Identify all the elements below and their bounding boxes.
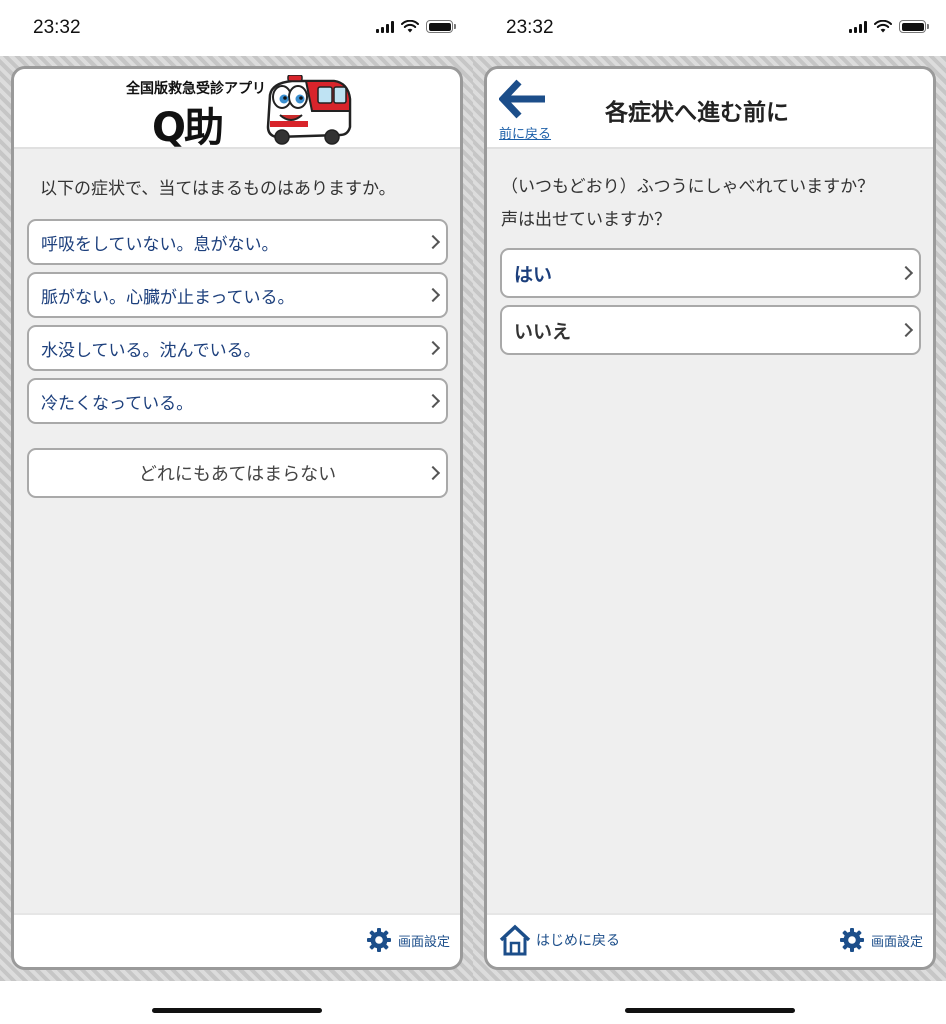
chevron-right-icon <box>425 465 441 481</box>
option-label: はい <box>514 263 553 286</box>
page-title: 各症状へ進む前に <box>605 100 789 126</box>
home-button[interactable]: はじめに戻る <box>498 923 620 957</box>
back-label: 前に戻る <box>499 127 552 142</box>
option-label: 呼吸をしていない。息がない。 <box>41 234 279 255</box>
home-indicator[interactable] <box>625 1008 795 1013</box>
status-icons <box>376 20 456 33</box>
chevron-right-icon <box>425 340 441 356</box>
screen-symptom-list: 23:32 全国版救急受診アプリ Q助 以下の症状で、当てはまるものはありますか… <box>0 0 473 1024</box>
back-arrow-icon <box>498 79 545 119</box>
chevron-right-icon <box>425 393 441 409</box>
pre-check-content: （いつもどおり）ふつうにしゃべれていますか？ 声は出せていますか？ はい いいえ <box>487 149 933 913</box>
app-header: 全国版救急受診アプリ Q助 <box>14 69 460 151</box>
option-yes[interactable]: はい <box>500 248 921 298</box>
status-time: 23:32 <box>506 17 554 38</box>
chevron-right-icon <box>898 265 914 281</box>
app-logo: 全国版救急受診アプリ Q助 <box>122 73 354 151</box>
app-frame: 全国版救急受診アプリ Q助 以下の症状で、当てはまるものはありますか。 呼吸をし… <box>11 66 463 970</box>
option-cold-body[interactable]: 冷たくなっている。 <box>27 378 448 424</box>
home-indicator[interactable] <box>152 1008 322 1013</box>
chevron-right-icon <box>898 322 914 338</box>
signal-icon <box>376 20 394 33</box>
question-line-2: 声は出せていますか？ <box>501 210 671 230</box>
option-label: どれにもあてはまらない <box>138 464 337 485</box>
battery-icon <box>426 20 456 33</box>
option-label: いいえ <box>514 320 572 343</box>
wifi-icon <box>401 20 419 33</box>
option-label: 水没している。沈んでいる。 <box>41 340 261 361</box>
back-button[interactable]: 前に戻る <box>498 79 559 145</box>
question-text: （いつもどおり）ふつうにしゃべれていますか？ 声は出せていますか？ <box>501 171 874 237</box>
app-header: 前に戻る 各症状へ進む前に <box>487 69 933 149</box>
app-footer: 画面設定 <box>14 913 460 967</box>
symptom-content: 以下の症状で、当てはまるものはありますか。 呼吸をしていない。息がない。 脈がな… <box>14 149 460 913</box>
option-no-pulse[interactable]: 脈がない。心臓が止まっている。 <box>27 272 448 318</box>
home-label: はじめに戻る <box>536 933 620 949</box>
option-drowning[interactable]: 水没している。沈んでいる。 <box>27 325 448 371</box>
status-icons <box>849 20 929 33</box>
app-footer: はじめに戻る 画面設定 <box>487 913 933 967</box>
gear-icon <box>839 928 864 952</box>
status-time: 23:32 <box>33 17 81 38</box>
option-none-apply[interactable]: どれにもあてはまらない <box>27 448 448 498</box>
settings-label: 画面設定 <box>870 934 923 950</box>
question-text: 以下の症状で、当てはまるものはありますか。 <box>40 179 396 199</box>
option-not-breathing[interactable]: 呼吸をしていない。息がない。 <box>27 219 448 265</box>
home-icon <box>499 924 531 956</box>
gear-icon <box>366 928 391 952</box>
status-bar: 23:32 <box>473 0 946 56</box>
screen-settings-button[interactable]: 画面設定 <box>839 927 923 953</box>
option-label: 脈がない。心臓が止まっている。 <box>41 287 295 308</box>
ambulance-mascot <box>266 75 352 145</box>
chevron-right-icon <box>425 234 441 250</box>
battery-icon <box>899 20 929 33</box>
wifi-icon <box>874 20 892 33</box>
logo-title: Q助 <box>152 105 224 151</box>
settings-label: 画面設定 <box>397 934 450 950</box>
screen-settings-button[interactable]: 画面設定 <box>366 927 450 953</box>
screen-pre-check: 23:32 前に戻る 各症状へ進む前に （いつもどおり）ふつうにしゃべれています… <box>473 0 946 1024</box>
status-bar: 23:32 <box>0 0 473 56</box>
signal-icon <box>849 20 867 33</box>
chevron-right-icon <box>425 287 441 303</box>
option-no[interactable]: いいえ <box>500 305 921 355</box>
question-line-1: （いつもどおり）ふつうにしゃべれていますか？ <box>501 177 875 197</box>
option-label: 冷たくなっている。 <box>41 393 194 414</box>
app-frame: 前に戻る 各症状へ進む前に （いつもどおり）ふつうにしゃべれていますか？ 声は出… <box>484 66 936 970</box>
